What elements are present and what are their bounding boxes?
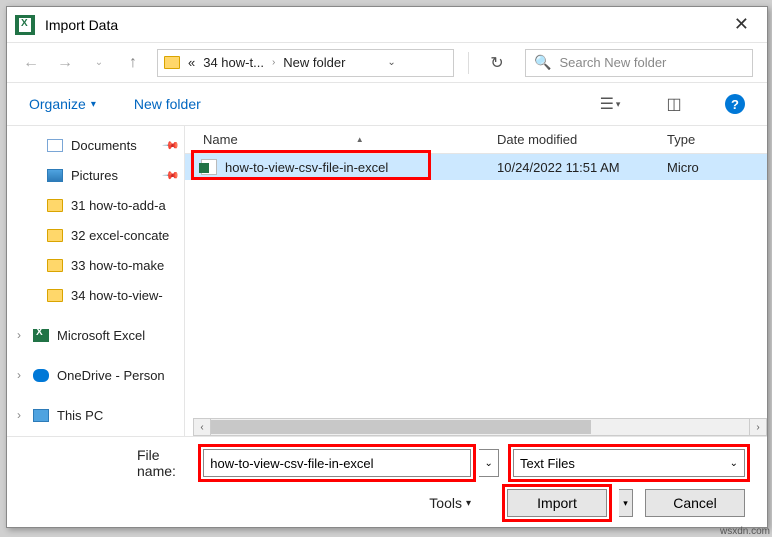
scroll-thumb[interactable] [211, 420, 591, 434]
file-name: how-to-view-csv-file-in-excel [225, 160, 388, 175]
sidebar-item-label: 33 how-to-make [71, 258, 164, 273]
address-dropdown-icon[interactable]: ⌄ [383, 57, 399, 68]
horizontal-scrollbar[interactable]: ‹ › [193, 418, 767, 436]
sidebar-item-label: Microsoft Excel [57, 328, 145, 343]
breadcrumb: « 34 how-t... › New folder [188, 55, 345, 70]
preview-pane-button[interactable]: ◫ [661, 93, 687, 115]
tools-label: Tools [429, 495, 462, 511]
sidebar-item-folder-33[interactable]: 33 how-to-make [7, 250, 184, 280]
organize-label: Organize [29, 96, 86, 112]
organize-button[interactable]: Organize ▾ [29, 96, 96, 112]
folder-icon [47, 289, 63, 302]
documents-icon [47, 139, 63, 152]
crumb-2[interactable]: New folder [283, 55, 345, 70]
column-header-type[interactable]: Type [667, 132, 767, 147]
column-header-date[interactable]: Date modified [497, 132, 667, 147]
file-list: Name▲ Date modified Type how-to-view-csv… [185, 126, 767, 436]
list-view-icon: ☰ [600, 94, 614, 114]
recent-dropdown-icon[interactable]: ⌄ [89, 53, 109, 73]
sidebar-item-pictures[interactable]: Pictures 📌 [7, 160, 184, 190]
search-input[interactable]: 🔍 Search New folder [525, 49, 753, 77]
scroll-right-button[interactable]: › [749, 418, 767, 436]
file-type-filter[interactable]: Text Files ⌄ [513, 449, 745, 477]
sidebar-item-label: Pictures [71, 168, 118, 183]
file-row[interactable]: how-to-view-csv-file-in-excel 10/24/2022… [185, 154, 767, 180]
sidebar-item-label: 34 how-to-view- [71, 288, 163, 303]
search-placeholder: Search New folder [559, 55, 666, 70]
import-button[interactable]: Import [507, 489, 607, 517]
body: Documents 📌 Pictures 📌 31 how-to-add-a 32 … [7, 125, 767, 436]
forward-button[interactable]: → [55, 53, 75, 73]
excel-icon [15, 15, 35, 35]
chevron-right-icon[interactable]: › [272, 57, 275, 68]
folder-icon [47, 259, 63, 272]
scroll-left-button[interactable]: ‹ [193, 418, 211, 436]
folder-icon [47, 229, 63, 242]
sidebar-item-excel[interactable]: Microsoft Excel [7, 320, 184, 350]
scroll-track[interactable] [211, 418, 749, 436]
sidebar-item-documents[interactable]: Documents 📌 [7, 130, 184, 160]
bottom-panel: File name: ⌄ Text Files ⌄ Tools ▾ Import [7, 436, 767, 527]
excel-icon [33, 329, 49, 342]
toolbar: Organize ▾ New folder ☰ ▾ ◫ ? [7, 83, 767, 125]
window-title: Import Data [45, 17, 118, 33]
sidebar-item-label: 32 excel-concate [71, 228, 169, 243]
chevron-down-icon: ▾ [91, 99, 96, 110]
new-folder-button[interactable]: New folder [134, 96, 201, 112]
file-type: Micro [667, 160, 767, 175]
sidebar: Documents 📌 Pictures 📌 31 how-to-add-a 32 … [7, 126, 185, 436]
divider [468, 52, 469, 74]
sidebar-item-label: OneDrive - Person [57, 368, 165, 383]
filename-label: File name: [137, 447, 195, 479]
help-button[interactable]: ? [725, 94, 745, 114]
sidebar-item-label: 31 how-to-add-a [71, 198, 166, 213]
pictures-icon [47, 169, 63, 182]
chevron-down-icon: ⌄ [730, 458, 738, 469]
sidebar-item-label: Documents [71, 138, 137, 153]
chevron-down-icon: ▾ [616, 99, 621, 110]
crumb-prefix: « [188, 55, 195, 70]
chevron-down-icon: ▾ [466, 498, 471, 509]
sidebar-item-folder-34[interactable]: 34 how-to-view- [7, 280, 184, 310]
sidebar-item-label: This PC [57, 408, 103, 423]
sidebar-item-this-pc[interactable]: This PC [7, 400, 184, 430]
folder-icon [164, 56, 180, 69]
import-data-dialog: Import Data ✕ ← → ⌄ ↑ « 34 how-t... › Ne… [6, 6, 768, 528]
sidebar-item-folder-32[interactable]: 32 excel-concate [7, 220, 184, 250]
column-header-name[interactable]: Name▲ [185, 132, 497, 147]
folder-icon [47, 199, 63, 212]
filename-dropdown-button[interactable]: ⌄ [479, 449, 499, 477]
sidebar-item-folder-31[interactable]: 31 how-to-add-a [7, 190, 184, 220]
filename-input[interactable] [203, 449, 471, 477]
refresh-button[interactable]: ↻ [483, 49, 511, 77]
view-options-button[interactable]: ☰ ▾ [597, 93, 623, 115]
filter-label: Text Files [520, 456, 575, 471]
sort-asc-icon: ▲ [356, 135, 364, 144]
pin-icon: 📌 [162, 166, 181, 185]
cancel-button[interactable]: Cancel [645, 489, 745, 517]
address-bar[interactable]: « 34 how-t... › New folder ⌄ [157, 49, 454, 77]
file-date: 10/24/2022 11:51 AM [497, 160, 667, 175]
preview-pane-icon: ◫ [666, 94, 681, 114]
onedrive-icon [33, 369, 49, 382]
close-button[interactable]: ✕ [724, 10, 759, 39]
import-dropdown-button[interactable]: ▾ [619, 489, 633, 517]
search-icon: 🔍 [534, 54, 551, 71]
list-header: Name▲ Date modified Type [185, 126, 767, 154]
tools-button[interactable]: Tools ▾ [429, 495, 471, 511]
watermark: wsxdn.com [720, 526, 770, 537]
back-button[interactable]: ← [21, 53, 41, 73]
sidebar-item-onedrive[interactable]: OneDrive - Person [7, 360, 184, 390]
crumb-1[interactable]: 34 how-t... [203, 55, 264, 70]
pc-icon [33, 409, 49, 422]
excel-file-icon [201, 159, 217, 175]
up-button[interactable]: ↑ [123, 53, 143, 73]
nav-bar: ← → ⌄ ↑ « 34 how-t... › New folder ⌄ ↻ 🔍… [7, 43, 767, 83]
titlebar: Import Data ✕ [7, 7, 767, 43]
pin-icon: 📌 [162, 136, 181, 155]
